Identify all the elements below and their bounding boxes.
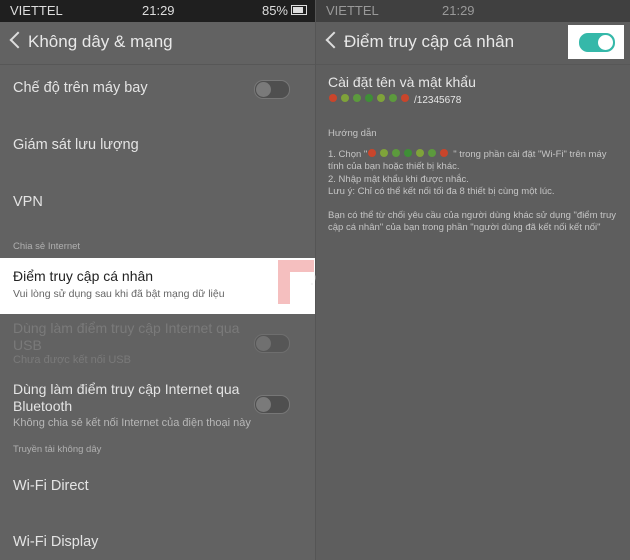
usb-tether-title: Dùng làm điểm truy cập Internet qua USB xyxy=(13,320,240,353)
wifi-display-row[interactable]: Wi-Fi Display xyxy=(0,522,315,560)
bluetooth-tether-row[interactable]: Dùng làm điểm truy cập Internet qua Blue… xyxy=(0,378,315,436)
wifi-direct-row[interactable]: Wi-Fi Direct xyxy=(0,466,315,506)
back-arrow-icon[interactable] xyxy=(9,31,27,49)
ssid-password-line: /12345678 xyxy=(328,93,461,106)
airplane-mode-row[interactable]: Chế độ trên máy bay xyxy=(0,66,315,112)
setup-name-password-label[interactable]: Cài đặt tên và mật khẩu xyxy=(328,74,476,90)
page-title: Không dây & mạng xyxy=(28,32,173,51)
battery-indicator: 85% xyxy=(262,3,307,18)
vpn-label: VPN xyxy=(13,194,43,210)
wifi-display-label: Wi-Fi Display xyxy=(13,534,99,550)
battery-icon xyxy=(291,5,307,15)
bluetooth-tether-subtitle: Không chia sẻ kết nối Internet của điện … xyxy=(13,417,251,429)
clock-label: 21:29 xyxy=(142,3,175,18)
guide-note: Lưu ý: Chỉ có thể kết nối tối đa 8 thiết… xyxy=(328,186,555,197)
toggle-knob xyxy=(256,82,271,97)
reject-info: Bạn có thể từ chối yêu cầu của người dùn… xyxy=(328,210,616,233)
hotspot-toggle[interactable] xyxy=(579,33,615,52)
back-arrow-icon[interactable] xyxy=(325,31,343,49)
section-header-sharing: Chia sẻ Internet xyxy=(13,241,81,252)
title-bar: Không dây & mạng xyxy=(0,22,315,65)
usb-tether-subtitle: Chưa được kết nối USB xyxy=(13,354,131,366)
wifi-direct-label: Wi-Fi Direct xyxy=(13,478,89,494)
guide-step-2: 2. Nhập mật khẩu khi được nhắc. xyxy=(328,174,469,185)
status-bar: VIETTEL 21:29 xyxy=(316,0,630,22)
carrier-label: VIETTEL xyxy=(10,3,63,18)
vpn-row[interactable]: VPN xyxy=(0,180,315,226)
usb-tether-toggle[interactable] xyxy=(254,334,290,353)
toggle-knob xyxy=(256,336,271,351)
guide-step-1: 1. Chọn " " trong phần cài đặt "Wi-Fi" tr… xyxy=(328,148,624,173)
data-monitor-label: Giám sát lưu lượng xyxy=(13,137,139,153)
bluetooth-tether-toggle[interactable] xyxy=(254,395,290,414)
battery-percent: 85% xyxy=(261,3,288,18)
airplane-mode-label: Chế độ trên máy bay xyxy=(13,80,148,96)
hotspot-panel: VIETTEL 21:29 Điểm truy cập cá nhân Cài … xyxy=(316,0,630,560)
leaf-emoji-icons xyxy=(329,94,409,102)
page-title: Điểm truy cập cá nhân xyxy=(344,32,515,51)
section-header-wireless: Truyền tải không dây xyxy=(13,444,102,455)
leaf-emoji-icons-inline xyxy=(368,149,449,157)
status-bar: VIETTEL 21:29 85% xyxy=(0,0,315,22)
guide-title: Hướng dẫn xyxy=(328,128,377,139)
guide-step-1-start: 1. Chọn " xyxy=(328,149,368,160)
password-text: /12345678 xyxy=(414,95,462,106)
hotspot-subtitle: Vui lòng sử dụng sau khi đã bật mạng dữ … xyxy=(13,288,225,300)
hotspot-toggle-highlight xyxy=(568,25,624,59)
clock-label: 21:29 xyxy=(442,3,475,18)
hotspot-title: Điểm truy cập cá nhân xyxy=(13,268,154,284)
screen: VIETTEL 21:29 85% Không dây & mạng Chế đ… xyxy=(0,0,630,560)
carrier-label: VIETTEL xyxy=(326,3,379,18)
bluetooth-tether-title: Dùng làm điểm truy cập Internet qua Blue… xyxy=(13,381,240,414)
ssid-emoji-icons xyxy=(328,93,414,106)
data-monitor-row[interactable]: Giám sát lưu lượng xyxy=(0,122,315,168)
usb-tether-row[interactable]: Dùng làm điểm truy cập Internet qua USB … xyxy=(0,316,315,372)
airplane-mode-toggle[interactable] xyxy=(254,80,290,99)
toggle-knob xyxy=(598,35,613,50)
toggle-knob xyxy=(256,397,271,412)
